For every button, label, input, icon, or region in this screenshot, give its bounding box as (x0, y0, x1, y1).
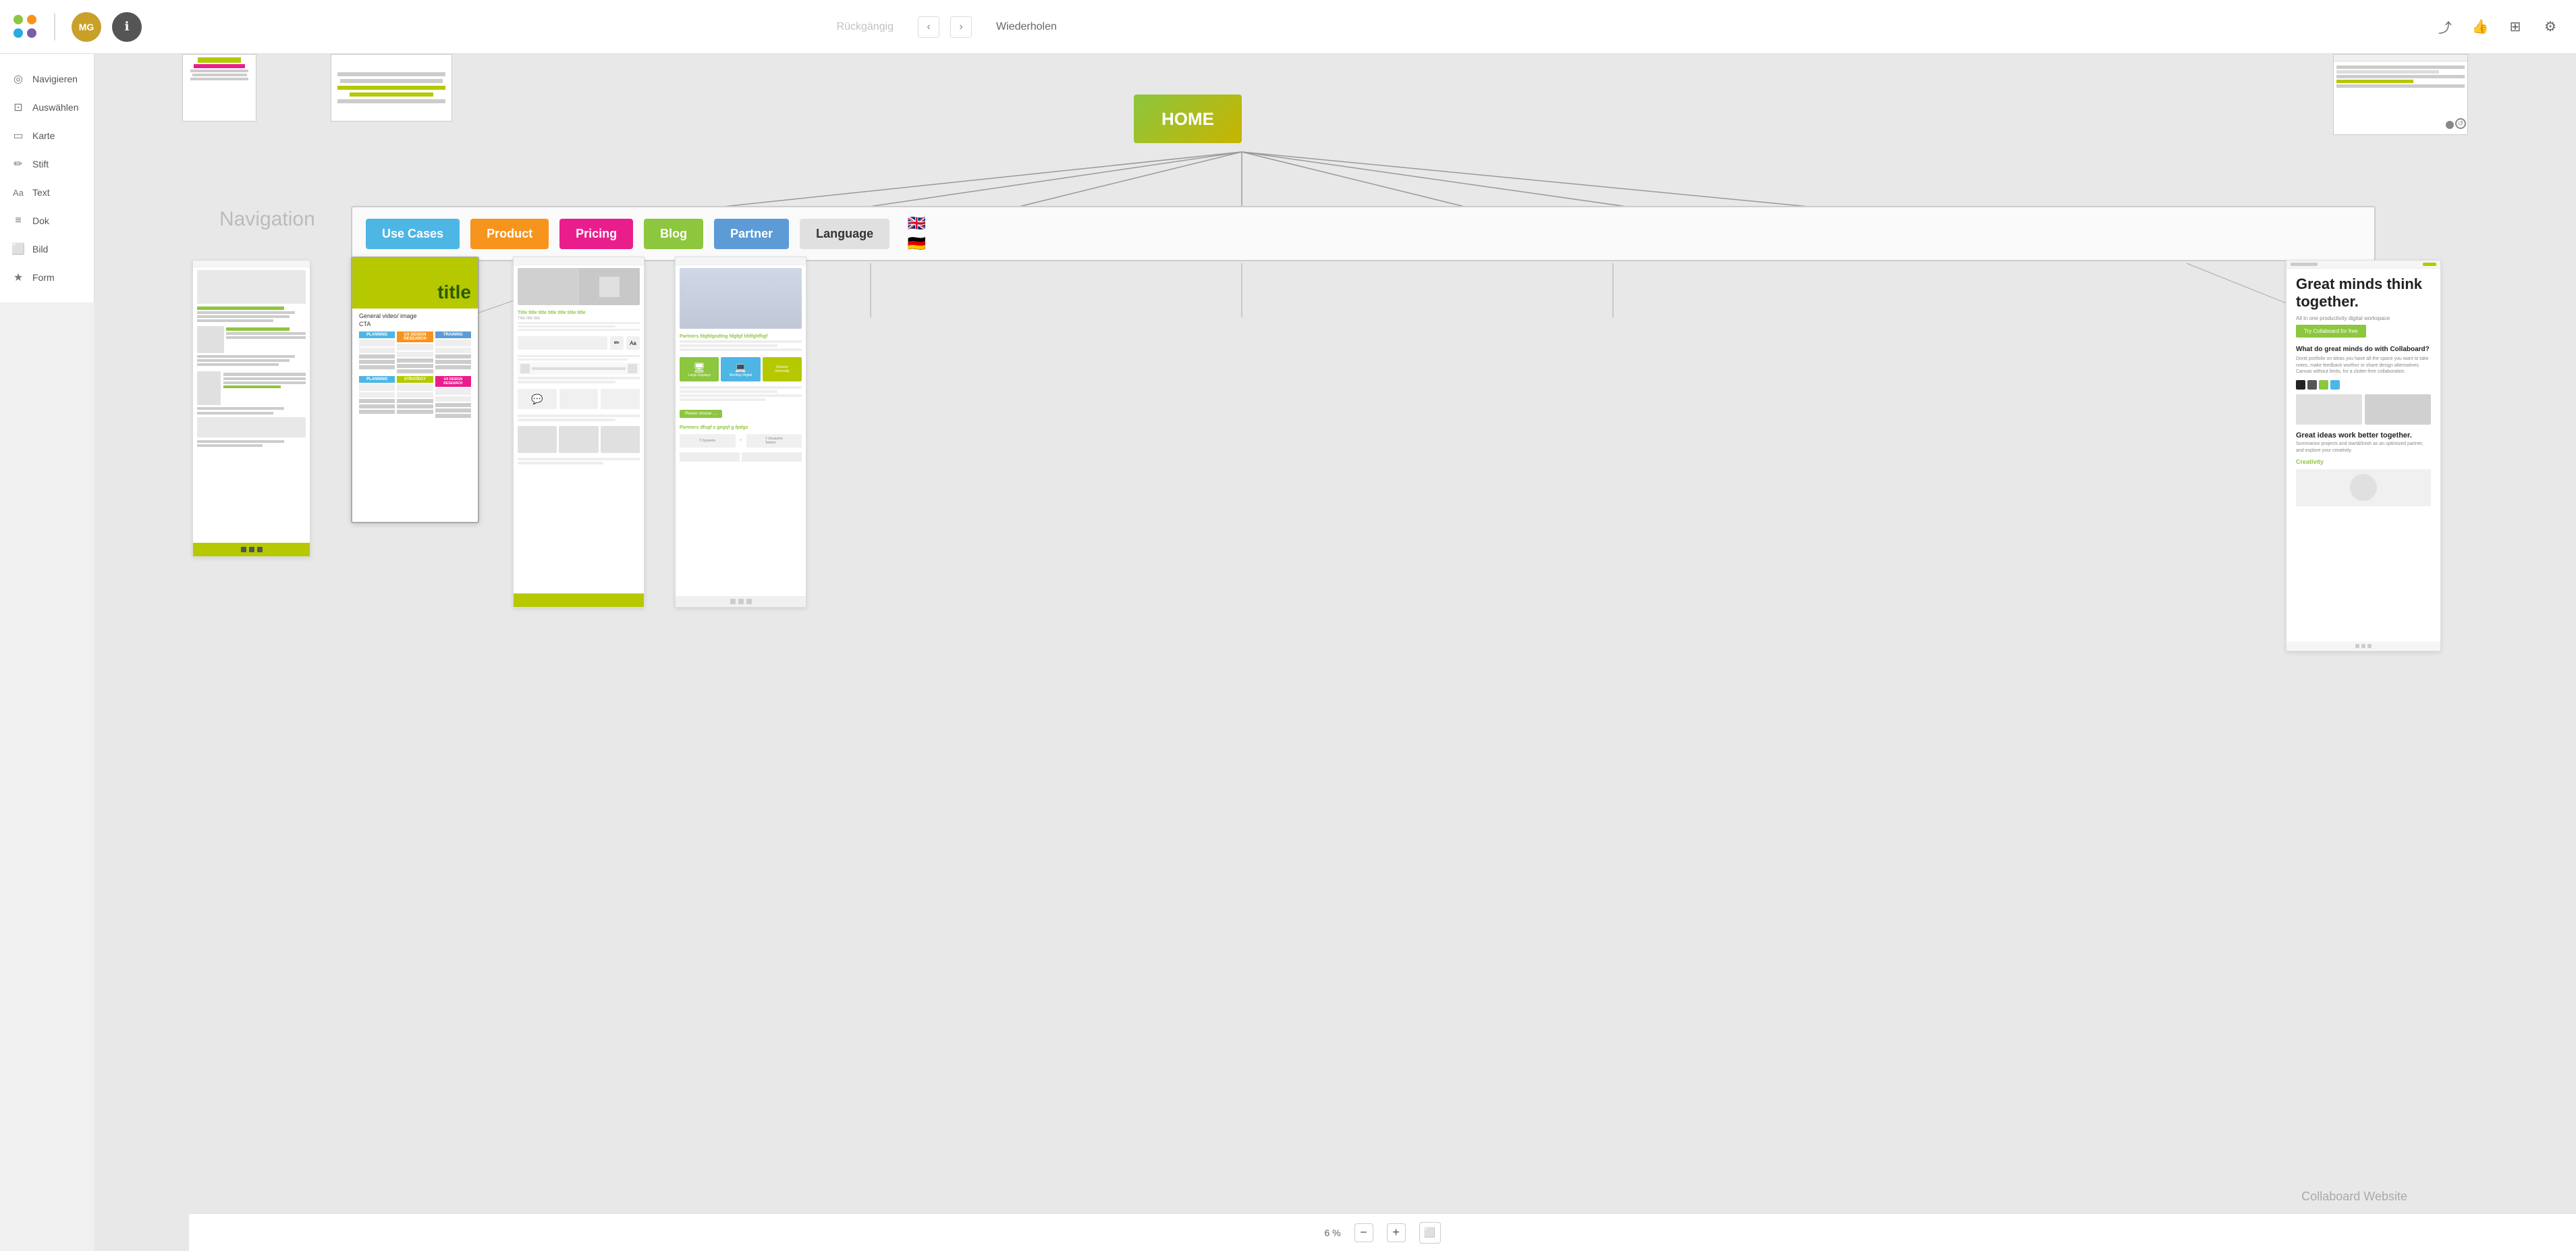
nav-item-blog[interactable]: Blog (644, 219, 703, 249)
toolbar-divider (54, 14, 55, 41)
collaboard-page-thumb: Great minds think together. All in one p… (2286, 260, 2441, 651)
like-icon[interactable]: 👍 (2468, 15, 2492, 39)
product-page-thumb: Title title title title title title titl… (513, 257, 645, 608)
sidebar-item-form[interactable]: ★ Form (0, 263, 94, 292)
doc-icon: ≡ (11, 213, 26, 228)
grid-icon[interactable]: ⊞ (2503, 15, 2527, 39)
cb-body: Dontt portfolio on ideas you have all th… (2296, 356, 2431, 375)
image-icon: ⬜ (11, 242, 26, 257)
pen-icon: ✏ (11, 157, 26, 171)
share-icon[interactable]: ⤴ (2433, 15, 2457, 39)
cb-cta[interactable]: Try Collaboard for free (2296, 325, 2366, 338)
top-toolbar: MG ℹ Rückgängig ‹ › Wiederholen ⤴ 👍 ⊞ ⚙ (0, 0, 2576, 54)
sidebar-label-navigate: Navigieren (32, 74, 78, 84)
toolbar-center: Rückgängig ‹ › Wiederholen (823, 16, 1070, 38)
cb-work-text: Summarize projects and start&finish as a… (2296, 441, 2431, 454)
minimap-area: ↺ (2333, 54, 2468, 135)
zoom-plus-button[interactable]: + (1387, 1223, 1406, 1242)
flag-icons: 🇬🇧 🇩🇪 (903, 214, 930, 253)
cb-work-title: Great ideas work better together. (2296, 431, 2431, 440)
avatar-info[interactable]: ℹ (112, 12, 142, 42)
cb-creativity: Creativity (2296, 458, 2431, 465)
left-sidebar: ◎ Navigieren ⊡ Auswählen ▭ Karte ✏ Stift… (0, 54, 94, 302)
title-page: title General video/ image CTA PLANNING … (351, 257, 479, 523)
sidebar-label-pen: Stift (32, 159, 49, 169)
sidebar-label-text: Text (32, 187, 50, 198)
sidebar-item-pen[interactable]: ✏ Stift (0, 150, 94, 178)
title-page-subtitle: General video/ image (359, 313, 471, 319)
redo-button[interactable]: Wiederholen (983, 16, 1070, 38)
undo-button[interactable]: Rückgängig (823, 16, 908, 38)
home-node[interactable]: HOME (1134, 95, 1242, 143)
collaboard-website-label: Collaboard Website (2301, 1190, 2407, 1204)
navigation-section-label: Navigation (219, 208, 315, 231)
sidebar-item-text[interactable]: Aa Text (0, 178, 94, 207)
cb-section-title: What do great minds do with Collaboard? (2296, 346, 2431, 353)
partner-heading1: Partners fdgfdgndtng fdgfgf hfdfghfhgf (680, 334, 802, 339)
logo-area: MG ℹ (13, 12, 142, 42)
product-heading: Title title title title title title titl… (518, 311, 640, 315)
nav-back-arrow[interactable]: ‹ (918, 16, 939, 38)
nav-item-language[interactable]: Language (800, 219, 889, 249)
sidebar-item-card[interactable]: ▭ Karte (0, 122, 94, 150)
left-page-preview (192, 260, 310, 557)
logo-dot-4 (27, 28, 36, 38)
cb-subtitle: All in one productivity digital workspac… (2296, 315, 2431, 321)
settings-icon[interactable]: ⚙ (2538, 15, 2563, 39)
partner-page-thumb: Partners fdgfdgndtng fdgfgf hfdfghfhgf 🖥… (675, 257, 806, 608)
top-left-thumb (182, 54, 256, 122)
home-label: HOME (1161, 109, 1214, 130)
logo-dot-1 (13, 15, 23, 24)
sidebar-label-select: Auswählen (32, 102, 79, 113)
main-canvas[interactable]: ↺ HOME Navigation Use Cases Product Pric… (94, 54, 2576, 1251)
logo-dot-2 (27, 15, 36, 24)
flag-de: 🇩🇪 (903, 234, 930, 253)
title-page-title: title (437, 282, 471, 303)
logo-dot-3 (13, 28, 23, 38)
bottom-toolbar: 6 % − + ⬜ (189, 1213, 2576, 1251)
sidebar-label-form: Form (32, 272, 55, 283)
navigation-bar: Use Cases Product Pricing Blog Partner L… (351, 206, 2376, 261)
title-page-cta: CTA (359, 321, 471, 327)
sidebar-item-select[interactable]: ⊡ Auswählen (0, 93, 94, 122)
sidebar-item-navigate[interactable]: ◎ Navigieren (0, 65, 94, 93)
toolbar-right: ⤴ 👍 ⊞ ⚙ (2433, 15, 2563, 39)
cb-tagline: Great minds think together. (2296, 275, 2431, 311)
nav-item-use-cases[interactable]: Use Cases (366, 219, 460, 249)
form-icon: ★ (11, 270, 26, 285)
zoom-display: 6 % (1324, 1227, 1340, 1238)
card-icon: ▭ (11, 128, 26, 143)
nav-forward-arrow[interactable]: › (950, 16, 972, 38)
flag-uk: 🇬🇧 (903, 214, 930, 233)
top-mid-thumb (331, 54, 452, 122)
nav-item-product[interactable]: Product (470, 219, 549, 249)
frame-button[interactable]: ⬜ (1419, 1222, 1441, 1244)
navigate-icon: ◎ (11, 72, 26, 86)
sidebar-label-image: Bild (32, 244, 48, 255)
sidebar-label-card: Karte (32, 130, 55, 141)
schools-university: Schools University (775, 365, 790, 373)
sidebar-item-image[interactable]: ⬜ Bild (0, 235, 94, 263)
partner-heading2: Partners dfsgf s gegqf g fpdgs (680, 425, 802, 430)
nav-item-partner[interactable]: Partner (714, 219, 789, 249)
sidebar-item-doc[interactable]: ≡ Dok (0, 207, 94, 235)
sidebar-label-doc: Dok (32, 215, 49, 226)
zoom-minus-button[interactable]: − (1354, 1223, 1373, 1242)
app-logo (13, 15, 38, 39)
text-icon: Aa (11, 185, 26, 200)
select-icon: ⊡ (11, 100, 26, 115)
nav-item-pricing[interactable]: Pricing (559, 219, 633, 249)
avatar-mg[interactable]: MG (72, 12, 101, 42)
